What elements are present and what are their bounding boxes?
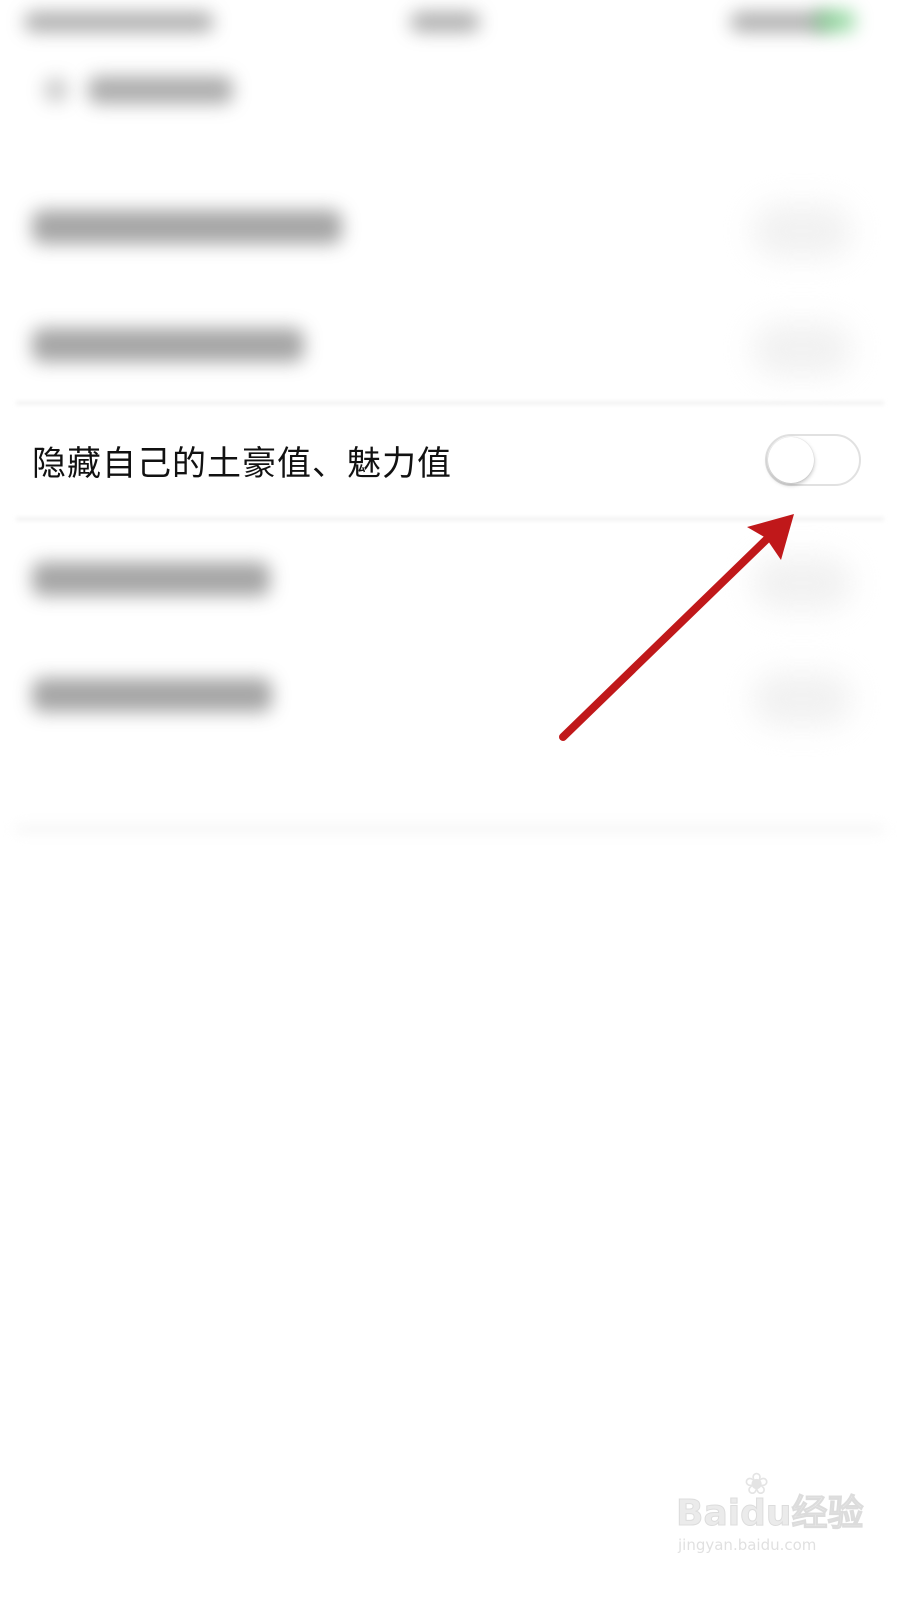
setting-row-2-label <box>32 328 304 362</box>
watermark-brand: Baidu经验 <box>675 1493 864 1534</box>
setting-row-1-label <box>32 210 342 244</box>
divider <box>16 518 884 520</box>
setting-row-5-label <box>32 678 272 712</box>
arrow-head <box>747 514 794 560</box>
setting-row-2-toggle[interactable] <box>752 322 852 376</box>
status-bar-carrier <box>24 12 214 32</box>
hide-wealth-charm-toggle[interactable] <box>765 434 861 486</box>
setting-row-4-label <box>32 562 270 596</box>
settings-screen: 隐藏自己的土豪值、魅力值 ❀ Baidu经验 jingyan.baidu.com <box>0 0 900 1600</box>
setting-row-hide-wealth-charm[interactable]: 隐藏自己的土豪值、魅力值 <box>0 410 900 514</box>
setting-row-4-toggle[interactable] <box>752 556 852 610</box>
setting-row-1-toggle[interactable] <box>752 204 852 258</box>
arrow-shaft <box>559 532 774 741</box>
divider <box>16 402 884 404</box>
back-icon[interactable] <box>44 78 68 102</box>
page-title <box>88 76 233 104</box>
watermark-url: jingyan.baidu.com <box>678 1536 817 1554</box>
watermark: ❀ Baidu经验 jingyan.baidu.com <box>675 1470 863 1560</box>
battery-icon <box>815 10 855 32</box>
section-divider <box>16 826 884 832</box>
status-bar-time <box>410 12 480 32</box>
toggle-knob[interactable] <box>768 437 814 483</box>
setting-row-label: 隐藏自己的土豪值、魅力值 <box>32 444 452 484</box>
setting-row-5-toggle[interactable] <box>752 672 852 726</box>
